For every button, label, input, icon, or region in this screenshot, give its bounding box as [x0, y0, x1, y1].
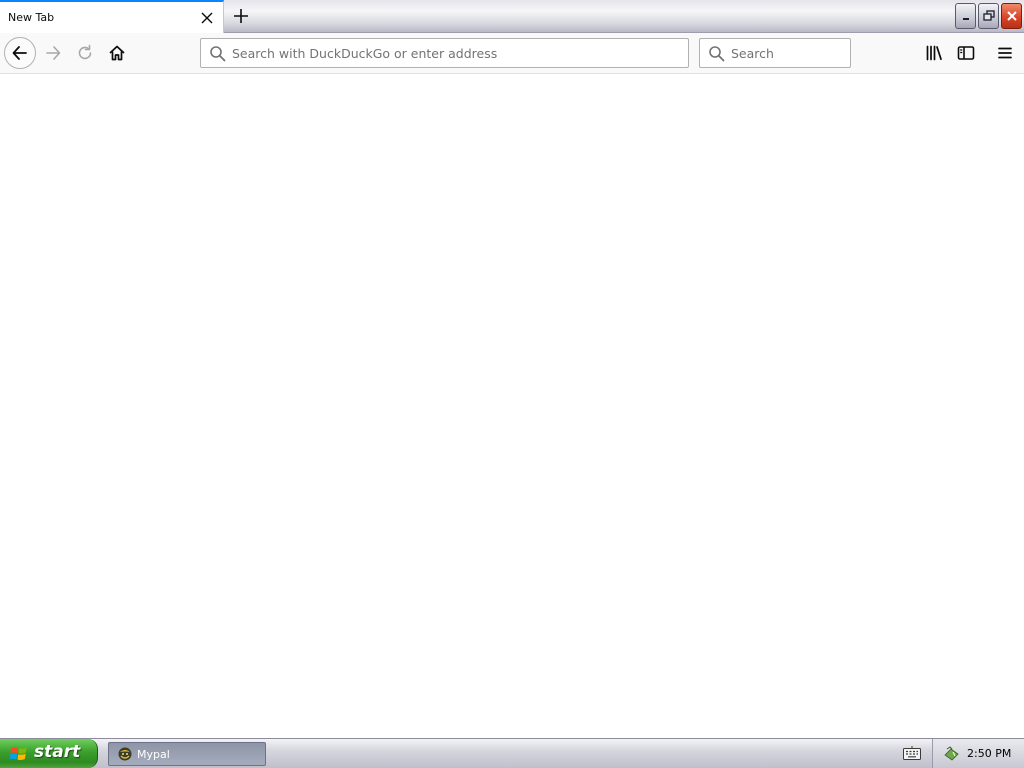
taskbar-item-label: Mypal — [137, 748, 170, 761]
search-icon — [709, 46, 725, 62]
taskbar-item-mypal[interactable]: Mypal — [108, 742, 266, 766]
start-button[interactable]: start — [0, 739, 98, 768]
address-bar[interactable] — [200, 38, 689, 68]
minimize-icon — [962, 18, 969, 20]
taskbar: start Mypal 2:50 PM — [0, 738, 1024, 768]
home-button[interactable] — [101, 37, 133, 69]
tab-strip: New Tab — [0, 0, 1024, 33]
back-button[interactable] — [4, 37, 36, 69]
arrow-left-icon — [12, 46, 27, 60]
tab-new-tab[interactable]: New Tab — [0, 0, 224, 33]
system-tray: 2:50 PM — [932, 739, 1024, 768]
keyboard-icon[interactable] — [903, 746, 921, 760]
windows-logo-icon — [10, 747, 27, 760]
reload-button[interactable] — [69, 37, 101, 69]
restore-button[interactable] — [978, 3, 999, 29]
plus-icon — [234, 9, 248, 23]
sidebar-icon — [957, 46, 975, 60]
new-tab-button[interactable] — [228, 4, 254, 28]
close-tab-icon[interactable] — [198, 9, 216, 27]
network-icon[interactable] — [943, 745, 960, 762]
forward-button[interactable] — [37, 37, 69, 69]
search-icon — [210, 46, 226, 62]
tab-title: New Tab — [8, 11, 55, 24]
sidebar-button[interactable] — [950, 37, 982, 69]
clock[interactable]: 2:50 PM — [967, 747, 1011, 760]
minimize-button[interactable] — [955, 3, 976, 29]
page-content[interactable] — [0, 74, 1024, 738]
address-input[interactable] — [232, 39, 682, 67]
arrow-right-icon — [46, 46, 61, 60]
restore-icon — [982, 10, 995, 21]
reload-icon — [78, 44, 92, 60]
home-icon — [109, 45, 125, 61]
close-icon — [1006, 11, 1017, 21]
library-button[interactable] — [918, 37, 950, 69]
library-icon — [926, 45, 942, 61]
hamburger-menu-icon — [998, 47, 1012, 59]
search-bar[interactable] — [699, 38, 851, 68]
start-label: start — [34, 742, 81, 762]
close-window-button[interactable] — [1001, 3, 1022, 29]
mypal-app-icon — [118, 747, 132, 761]
menu-button[interactable] — [989, 37, 1021, 69]
navigation-toolbar — [0, 33, 1024, 74]
search-input[interactable] — [731, 39, 846, 67]
